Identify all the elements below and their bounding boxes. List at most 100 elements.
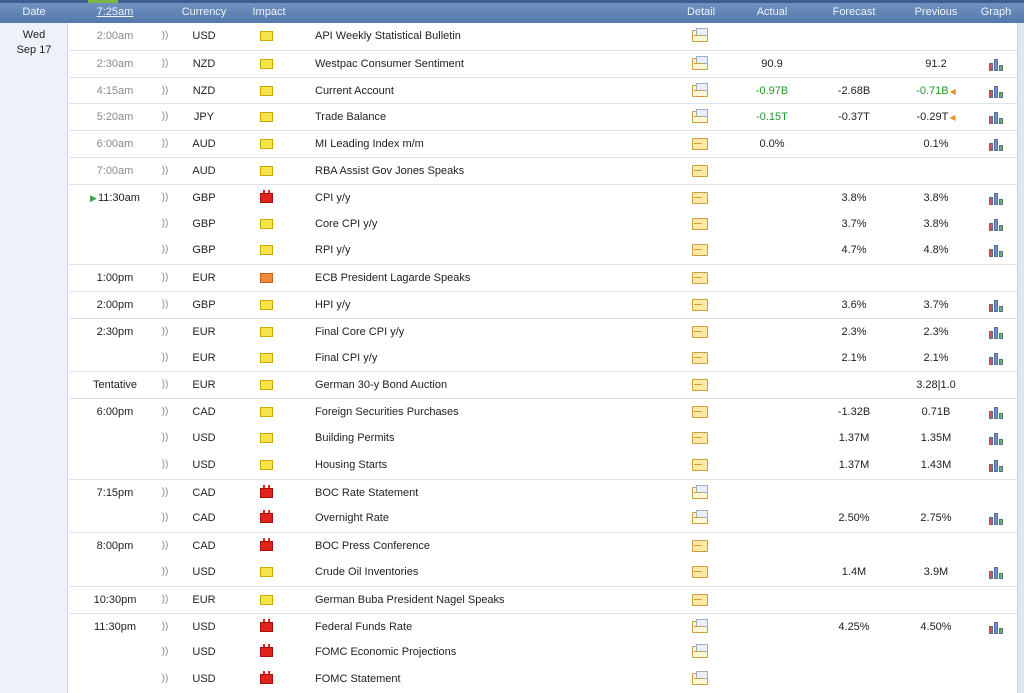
- detail-folder-icon[interactable]: [692, 272, 708, 285]
- detail-folder-icon[interactable]: [692, 28, 708, 42]
- speaker-icon[interactable]: )): [158, 51, 172, 77]
- table-row[interactable]: 2:30am)) NZD Westpac Consumer Sentiment 90.…: [69, 49, 1017, 77]
- table-row[interactable]: )) USD Housing Starts 1.37M 1.43M: [69, 452, 1017, 479]
- speaker-icon[interactable]: )): [158, 639, 172, 665]
- event-title[interactable]: Building Permits: [315, 425, 685, 451]
- event-title[interactable]: HPI y/y: [315, 292, 685, 318]
- table-row[interactable]: 2:00am)) USD API Weekly Statistical Bullet…: [69, 23, 1017, 50]
- event-title[interactable]: BOC Press Conference: [315, 533, 685, 559]
- event-title[interactable]: CPI y/y: [315, 185, 685, 211]
- detail-folder-icon[interactable]: [692, 109, 708, 124]
- speaker-icon[interactable]: )): [158, 23, 172, 49]
- graph-icon[interactable]: [988, 351, 1004, 365]
- table-row[interactable]: 6:00am)) AUD MI Leading Index m/m 0.0% 0.1%: [69, 130, 1017, 157]
- event-title[interactable]: German 30-y Bond Auction: [315, 372, 685, 398]
- detail-folder-icon[interactable]: [692, 484, 708, 499]
- detail-folder-icon[interactable]: [692, 298, 708, 311]
- speaker-icon[interactable]: )): [158, 399, 172, 425]
- table-row[interactable]: Tentative)) EUR German 30-y Bond Auction 3.…: [69, 371, 1017, 398]
- detail-folder-icon[interactable]: [692, 671, 708, 686]
- graph-icon[interactable]: [988, 217, 1004, 231]
- detail-folder-icon[interactable]: [692, 593, 708, 606]
- graph-icon[interactable]: [988, 620, 1004, 634]
- graph-icon[interactable]: [988, 298, 1004, 312]
- event-title[interactable]: RPI y/y: [315, 237, 685, 263]
- table-row[interactable]: )) EUR Final CPI y/y 2.1% 2.1%: [69, 345, 1017, 372]
- detail-folder-icon[interactable]: [692, 325, 708, 338]
- table-row[interactable]: 11:30pm)) USD Federal Funds Rate 4.25% 4.50%: [69, 612, 1017, 640]
- detail-folder-icon[interactable]: [692, 510, 708, 525]
- detail-folder-icon[interactable]: [692, 565, 708, 578]
- detail-folder-icon[interactable]: [692, 431, 708, 444]
- event-title[interactable]: Core CPI y/y: [315, 211, 685, 237]
- speaker-icon[interactable]: )): [158, 292, 172, 318]
- detail-folder-icon[interactable]: [692, 351, 708, 364]
- table-row[interactable]: 7:00am)) AUD RBA Assist Gov Jones Speaks: [69, 156, 1017, 184]
- event-title[interactable]: German Buba President Nagel Speaks: [315, 587, 685, 613]
- table-row[interactable]: 10:30pm)) EUR German Buba President Nagel …: [69, 585, 1017, 613]
- graph-icon[interactable]: [988, 405, 1004, 420]
- detail-folder-icon[interactable]: [692, 618, 708, 633]
- graph-icon[interactable]: [988, 57, 1004, 71]
- event-title[interactable]: Housing Starts: [315, 452, 685, 478]
- detail-folder-icon[interactable]: [692, 244, 708, 257]
- scrollbar-track[interactable]: [1017, 23, 1024, 693]
- speaker-icon[interactable]: )): [158, 211, 172, 237]
- detail-folder-icon[interactable]: [692, 540, 708, 553]
- table-row[interactable]: )) USD FOMC Statement: [69, 666, 1017, 693]
- event-title[interactable]: API Weekly Statistical Bulletin: [315, 23, 685, 49]
- event-title[interactable]: Overnight Rate: [315, 505, 685, 531]
- event-title[interactable]: Final CPI y/y: [315, 345, 685, 371]
- speaker-icon[interactable]: )): [158, 104, 172, 130]
- event-title[interactable]: Federal Funds Rate: [315, 614, 685, 640]
- speaker-icon[interactable]: )): [158, 425, 172, 451]
- detail-folder-icon[interactable]: [692, 379, 708, 392]
- graph-icon[interactable]: [988, 431, 1004, 445]
- speaker-icon[interactable]: )): [158, 666, 172, 692]
- detail-folder-icon[interactable]: [692, 458, 708, 471]
- speaker-icon[interactable]: )): [158, 480, 172, 506]
- table-row[interactable]: 1:00pm)) EUR ECB President Lagarde Speaks: [69, 264, 1017, 291]
- graph-icon[interactable]: [988, 191, 1004, 205]
- graph-icon[interactable]: [988, 84, 1004, 98]
- header-time-link[interactable]: 7:25am: [80, 3, 150, 23]
- table-row[interactable]: )) GBP RPI y/y 4.7% 4.8%: [69, 237, 1017, 264]
- detail-folder-icon[interactable]: [692, 82, 708, 97]
- event-title[interactable]: Final Core CPI y/y: [315, 319, 685, 345]
- speaker-icon[interactable]: )): [158, 372, 172, 398]
- event-title[interactable]: Foreign Securities Purchases: [315, 399, 685, 425]
- speaker-icon[interactable]: )): [158, 78, 172, 104]
- table-row[interactable]: 5:20am)) JPY Trade Balance -0.15T -0.37T -0.2…: [69, 103, 1017, 130]
- speaker-icon[interactable]: )): [158, 533, 172, 559]
- speaker-icon[interactable]: )): [158, 345, 172, 371]
- event-title[interactable]: RBA Assist Gov Jones Speaks: [315, 158, 685, 184]
- speaker-icon[interactable]: )): [158, 185, 172, 211]
- detail-folder-icon[interactable]: [692, 217, 708, 230]
- graph-icon[interactable]: [988, 137, 1004, 152]
- speaker-icon[interactable]: )): [158, 452, 172, 478]
- detail-folder-icon[interactable]: [692, 164, 708, 177]
- graph-icon[interactable]: [988, 243, 1004, 258]
- event-title[interactable]: Trade Balance: [315, 104, 685, 130]
- event-title[interactable]: FOMC Statement: [315, 666, 685, 692]
- table-row[interactable]: 4:15am)) NZD Current Account -0.97B -2.68B -0…: [69, 76, 1017, 104]
- detail-folder-icon[interactable]: [692, 191, 708, 204]
- event-title[interactable]: MI Leading Index m/m: [315, 131, 685, 157]
- speaker-icon[interactable]: )): [158, 131, 172, 157]
- graph-icon[interactable]: [988, 325, 1004, 339]
- table-row[interactable]: )) USD Crude Oil Inventories 1.4M 3.9M: [69, 559, 1017, 586]
- detail-folder-icon[interactable]: [692, 55, 708, 70]
- graph-icon[interactable]: [988, 511, 1004, 526]
- detail-folder-icon[interactable]: [692, 138, 708, 151]
- speaker-icon[interactable]: )): [158, 559, 172, 585]
- graph-icon[interactable]: [988, 110, 1004, 125]
- event-title[interactable]: BOC Rate Statement: [315, 480, 685, 506]
- table-row[interactable]: )) GBP Core CPI y/y 3.7% 3.8%: [69, 211, 1017, 238]
- table-row[interactable]: 8:00pm)) CAD BOC Press Conference: [69, 532, 1017, 559]
- speaker-icon[interactable]: )): [158, 319, 172, 345]
- event-title[interactable]: Current Account: [315, 78, 685, 104]
- event-title[interactable]: Westpac Consumer Sentiment: [315, 51, 685, 77]
- table-row[interactable]: )) USD Building Permits 1.37M 1.35M: [69, 425, 1017, 452]
- table-row[interactable]: )) CAD Overnight Rate 2.50% 2.75%: [69, 505, 1017, 532]
- graph-icon[interactable]: [988, 565, 1004, 579]
